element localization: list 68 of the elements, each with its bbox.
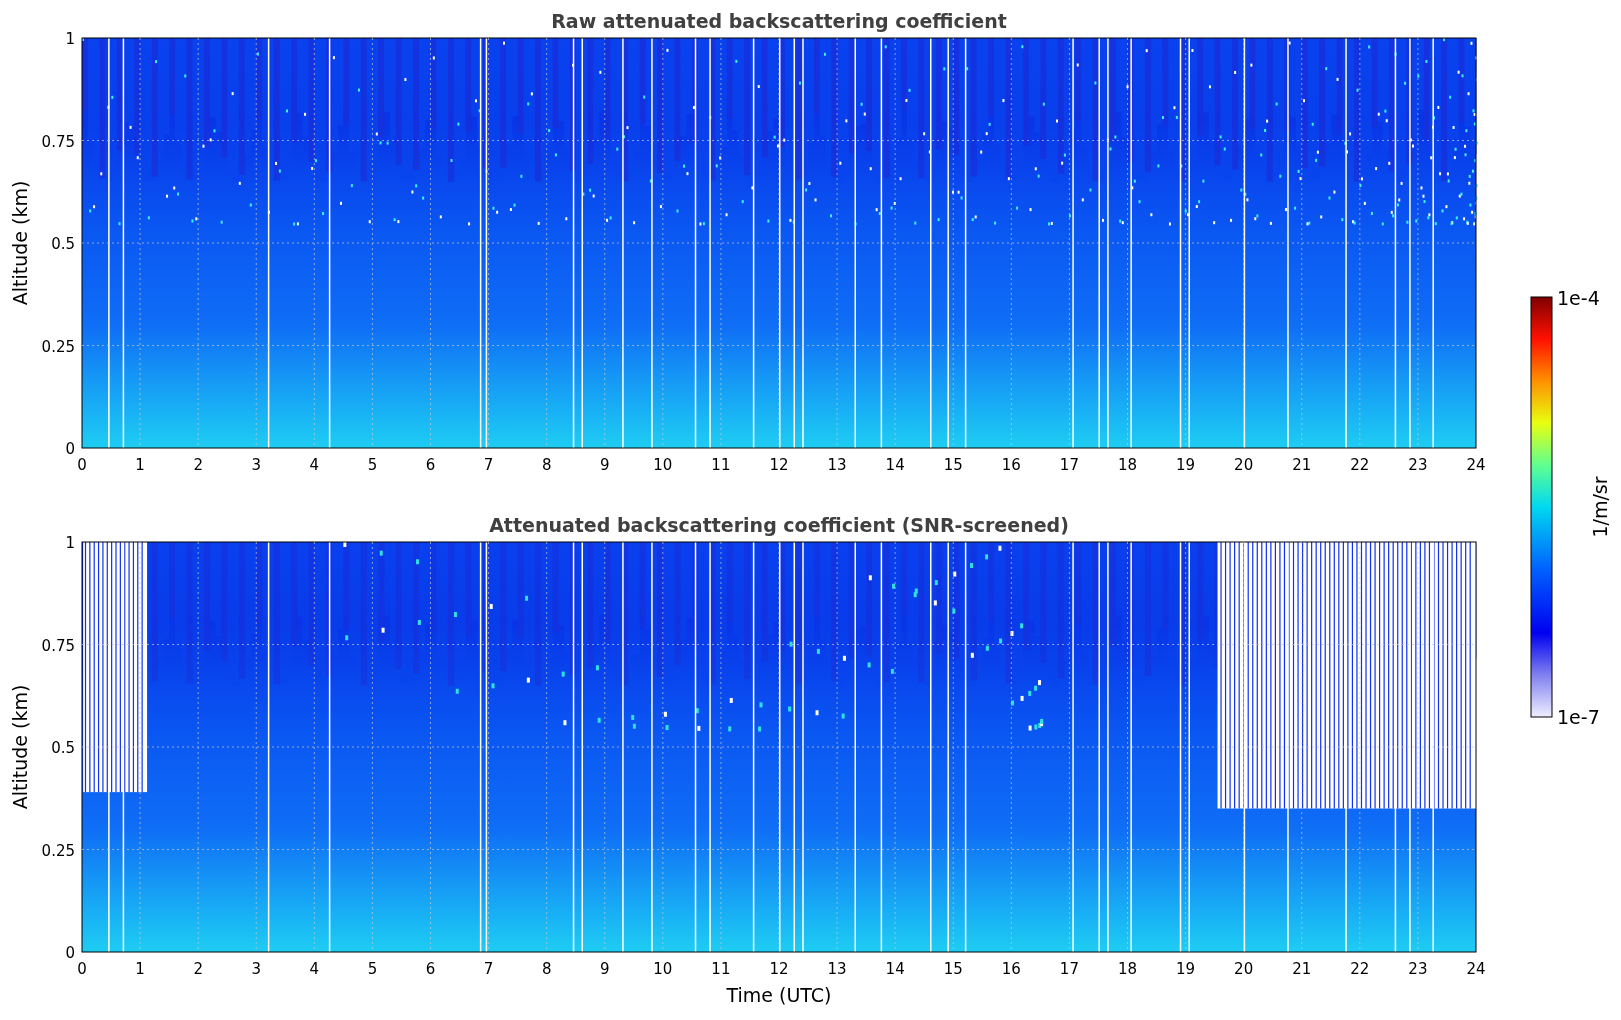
tick-label: 12 (769, 960, 789, 978)
tick-label: 19 (1176, 960, 1196, 978)
tick-label: 15 (943, 960, 963, 978)
tick-label: 21 (1292, 456, 1312, 474)
tick-label: 0 (65, 440, 75, 458)
tick-label: 15 (943, 456, 963, 474)
tick-label: 10 (653, 456, 673, 474)
tick-label: 1 (135, 456, 145, 474)
tick-label: 23 (1408, 456, 1428, 474)
tick-label: 2 (193, 456, 203, 474)
tick-label: 16 (1001, 960, 1021, 978)
tick-label: 9 (600, 456, 610, 474)
tick-label: 3 (251, 960, 261, 978)
tick-label: 20 (1234, 456, 1254, 474)
tick-label: 4 (309, 456, 320, 474)
tick-label: 6 (425, 960, 436, 978)
tick-label: 24 (1466, 456, 1486, 474)
tick-label: 23 (1408, 960, 1428, 978)
tick-label: 19 (1176, 456, 1196, 474)
tick-label: 14 (885, 960, 905, 978)
tick-label: 1 (65, 30, 75, 48)
tick-label: 20 (1234, 960, 1254, 978)
tick-label: 14 (885, 456, 905, 474)
chart-title: Attenuated backscattering coefficient (SNR-screened) (489, 514, 1069, 536)
tick-label: 0.5 (51, 739, 75, 757)
tick-label: 1 (65, 534, 75, 552)
axis-label: Altitude (km) (9, 180, 31, 306)
tick-label: 0 (77, 960, 87, 978)
tick-label: 6 (425, 456, 436, 474)
tick-label: 10 (653, 960, 673, 978)
tick-label: 12 (769, 456, 789, 474)
tick-label: 22 (1350, 960, 1370, 978)
tick-label: 17 (1059, 960, 1079, 978)
tick-label: 18 (1117, 960, 1138, 978)
tick-label: 0.25 (41, 337, 75, 356)
tick-label: 7 (483, 456, 494, 474)
axis-label: Time (UTC) (726, 984, 832, 1006)
tick-label: 18 (1117, 456, 1138, 474)
axis-label: 1/m/sr (1589, 476, 1611, 538)
tick-label: 0.25 (41, 841, 75, 860)
tick-label: 9 (600, 960, 610, 978)
tick-label: 5 (367, 960, 378, 978)
tick-label: 1 (135, 960, 145, 978)
tick-label: 13 (827, 456, 847, 474)
tick-label: 5 (367, 456, 378, 474)
tick-label: 1e-7 (1557, 706, 1600, 728)
tick-label: 21 (1292, 960, 1312, 978)
tick-label: 8 (541, 960, 552, 978)
axis-label: Altitude (km) (9, 684, 31, 810)
tick-label: 0.75 (41, 132, 75, 151)
tick-label: 22 (1350, 456, 1370, 474)
tick-label: 2 (193, 960, 203, 978)
tick-label: 24 (1466, 960, 1486, 978)
tick-label: 13 (827, 960, 847, 978)
tick-label: 3 (251, 456, 261, 474)
tick-label: 8 (541, 456, 552, 474)
tick-label: 1e-4 (1557, 287, 1600, 309)
tick-label: 11 (711, 960, 731, 978)
chart-title: Raw attenuated backscattering coefficient (551, 10, 1007, 32)
tick-label: 0.5 (51, 235, 75, 253)
tick-label: 4 (309, 960, 320, 978)
tick-label: 0 (77, 456, 87, 474)
tick-label: 16 (1001, 456, 1021, 474)
tick-label: 7 (483, 960, 494, 978)
tick-label: 17 (1059, 456, 1079, 474)
tick-label: 0 (65, 944, 75, 962)
tick-label: 0.75 (41, 636, 75, 655)
tick-label: 11 (711, 456, 731, 474)
